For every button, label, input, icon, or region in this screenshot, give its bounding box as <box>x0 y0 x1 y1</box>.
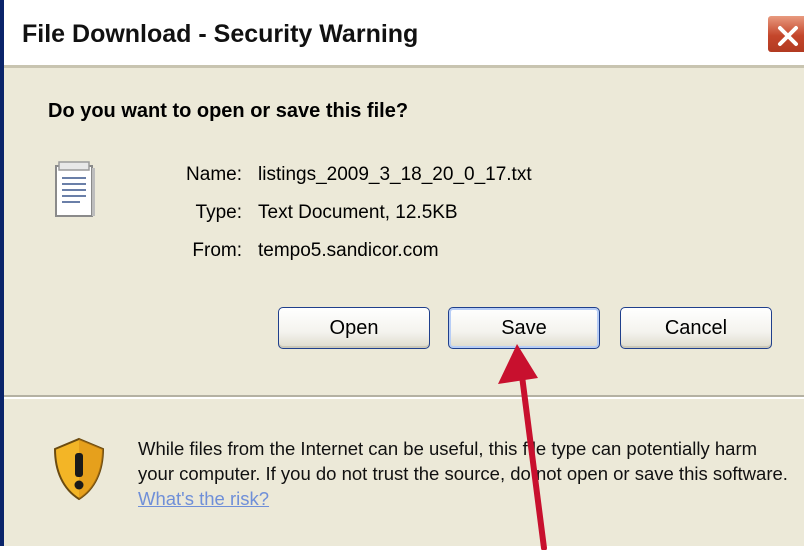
shield-warning-icon <box>51 437 107 505</box>
warning-message: While files from the Internet can be use… <box>138 438 788 484</box>
name-label: Name: <box>186 164 242 185</box>
file-download-dialog: File Download - Security Warning Do you … <box>0 0 804 551</box>
section-divider <box>4 395 804 399</box>
close-icon <box>778 26 798 46</box>
close-button[interactable] <box>766 14 804 54</box>
from-label: From: <box>192 240 242 261</box>
file-name-row: Name: listings_2009_3_18_20_0_17.txt <box>4 164 804 190</box>
security-warning-text: While files from the Internet can be use… <box>138 436 798 511</box>
type-label: Type: <box>195 202 242 223</box>
file-source-row: From: tempo5.sandicor.com <box>4 240 804 266</box>
file-name-value: listings_2009_3_18_20_0_17.txt <box>258 164 532 185</box>
dialog-question: Do you want to open or save this file? <box>48 100 409 122</box>
file-source-value: tempo5.sandicor.com <box>258 240 439 261</box>
file-type-value: Text Document, 12.5KB <box>258 202 458 223</box>
open-button[interactable]: Open <box>278 307 430 349</box>
red-arrow-icon <box>484 340 564 554</box>
title-bar[interactable]: File Download - Security Warning <box>4 0 804 68</box>
dialog-title: File Download - Security Warning <box>22 20 419 48</box>
cancel-button[interactable]: Cancel <box>620 307 772 349</box>
file-type-row: Type: Text Document, 12.5KB <box>4 202 804 228</box>
whats-the-risk-link[interactable]: What's the risk? <box>138 488 269 509</box>
